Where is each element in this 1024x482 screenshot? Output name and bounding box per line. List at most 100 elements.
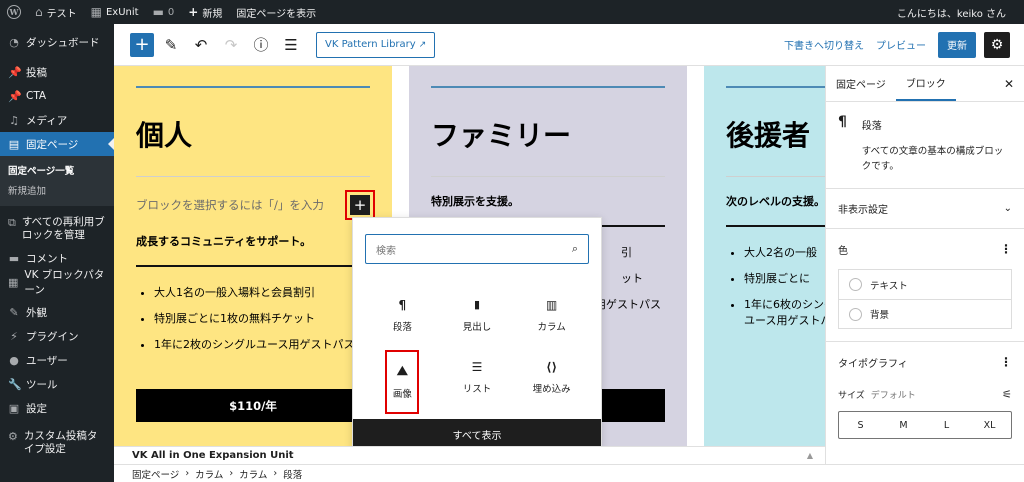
sidebar-item-cta[interactable]: 📌 CTA [0, 84, 114, 108]
new-content-menu[interactable]: + 新規 [181, 0, 229, 24]
sidebar-item-custom-post-type[interactable]: ⚙ カスタム投稿タイプ設定 [0, 426, 114, 460]
block-option-embed[interactable]: ⟨⟩ 埋め込み [514, 350, 589, 404]
my-account-menu[interactable]: こんにちは、keiko さん [890, 0, 1024, 24]
breadcrumb-item[interactable]: 段落 [283, 467, 302, 481]
breadcrumb-item[interactable]: カラム [239, 467, 267, 481]
redo-icon: ↷ [224, 35, 238, 54]
exunit-menu[interactable]: ▦ ExUnit [84, 0, 146, 24]
pricing-column-patron[interactable]: 後援者 次のレベルの支援。 大人2名の一般 特別展ごとに 1年に6枚のシングルユ… [704, 66, 825, 446]
block-inserter-toggle[interactable]: + [130, 32, 154, 57]
breadcrumb-item[interactable]: 固定ページ [132, 467, 179, 481]
column-lead[interactable]: 次のレベルの支援。 [726, 193, 825, 209]
bookmark-icon: ▮ [473, 298, 481, 311]
sidebar-item-label: カスタム投稿タイプ設定 [23, 430, 98, 455]
tab-block[interactable]: ブロック [895, 66, 956, 101]
tab-page[interactable]: 固定ページ [826, 66, 896, 101]
column-title[interactable]: ファミリー [431, 114, 665, 154]
comments-count: 0 [167, 6, 175, 18]
meta-box-header[interactable]: VK All in One Expansion Unit ▲ [114, 446, 825, 464]
redo-button[interactable]: ↷ [218, 32, 244, 58]
column-lead[interactable]: 特別展示を支援。 [431, 193, 665, 209]
undo-button[interactable]: ↶ [188, 32, 214, 58]
block-option-heading[interactable]: ▮ 見出し [440, 288, 515, 342]
block-option-columns[interactable]: ▥ カラム [514, 288, 589, 342]
color-text-option[interactable]: テキスト [839, 270, 1011, 299]
sidebar-item-posts[interactable]: 📌 投稿 [0, 60, 114, 84]
sidebar-item-label: すべての再利用ブロックを管理 [21, 216, 105, 241]
sidebar-item-tools[interactable]: 🔧 ツール [0, 372, 114, 396]
paragraph-icon: ¶ [398, 297, 407, 312]
chevron-right-icon: › [273, 468, 278, 479]
comments-menu[interactable]: ▬ 0 [146, 0, 182, 24]
comment-icon: ▬ [152, 5, 164, 19]
list-item: 用ゲストパス [595, 298, 661, 311]
swatch-icon [849, 278, 862, 291]
preview-button[interactable]: プレビュー [876, 37, 926, 52]
price-button[interactable]: $110/年 [136, 389, 370, 422]
vk-pattern-label: VK Pattern Library [325, 39, 416, 50]
block-search-input[interactable]: 検索 ⌕ [365, 234, 589, 264]
list-view-button[interactable]: ☰ [278, 32, 304, 58]
more-options-icon[interactable]: ⋮ [1000, 355, 1012, 369]
details-button[interactable]: ⓘ [248, 32, 274, 58]
sidebar-item-plugins[interactable]: ⚡ プラグイン [0, 324, 114, 348]
font-size-xl[interactable]: XL [968, 412, 1011, 438]
separator [136, 86, 370, 88]
sidebar-item-settings[interactable]: ▣ 設定 [0, 396, 114, 420]
block-option-list[interactable]: ☰ リスト [440, 350, 515, 404]
sidebar-item-label: ダッシュボード [26, 36, 100, 49]
color-panel: 色 ⋮ テキスト 背景 [826, 229, 1024, 342]
hidden-settings-panel[interactable]: 非表示設定 ⌄ [826, 189, 1024, 229]
sidebar-item-appearance[interactable]: ✎ 外観 [0, 300, 114, 324]
exunit-icon: ▦ [90, 5, 102, 19]
add-block-button[interactable]: + [345, 190, 375, 220]
site-name-menu[interactable]: ⌂ テスト [28, 0, 84, 24]
sidebar-item-label: 固定ページ [26, 138, 79, 151]
sidebar-item-media[interactable]: ♫ メディア [0, 108, 114, 132]
pricing-column-individual[interactable]: 個人 ブロックを選択するには「/」を入力 + 成長するコミュニティをサポート。 … [114, 66, 392, 446]
block-option-paragraph[interactable]: ¶ 段落 [365, 288, 440, 342]
breadcrumb-item[interactable]: カラム [195, 467, 223, 481]
column-lead[interactable]: 成長するコミュニティをサポート。 [136, 233, 370, 249]
benefit-list[interactable]: 大人1名の一般入場料と会員割引 特別展ごとに1枚の無料チケット 1年に2枚のシン… [136, 285, 370, 353]
vk-pattern-library-button[interactable]: VK Pattern Library ↗ [316, 31, 436, 58]
benefit-list[interactable]: 大人2名の一般 特別展ごとに 1年に6枚のシングルユース用ゲストパス [726, 245, 825, 339]
sidebar-item-reusable-blocks[interactable]: ⧉ すべての再利用ブロックを管理 [0, 212, 114, 246]
column-title[interactable]: 個人 [136, 114, 370, 154]
tools-button[interactable]: ✎ [158, 32, 184, 58]
admin-bar: W ⌂ テスト ▦ ExUnit ▬ 0 + 新規 固定ページを表示 こんにちは、kei… [0, 0, 1024, 24]
settings-toggle[interactable]: ⚙ [984, 31, 1010, 58]
column-title[interactable]: 後援者 [726, 114, 825, 154]
submenu-add-new[interactable]: 新規追加 [0, 180, 114, 200]
custom-size-icon[interactable]: ⚟ [1002, 388, 1012, 401]
separator [136, 176, 370, 177]
font-size-l[interactable]: L [925, 412, 968, 438]
update-button[interactable]: 更新 [938, 31, 976, 58]
settings-tabs: 固定ページ ブロック ✕ [826, 66, 1024, 102]
sidebar-item-users[interactable]: ● ユーザー [0, 348, 114, 372]
switch-to-draft-button[interactable]: 下書きへ切り替え [784, 37, 864, 52]
more-options-icon[interactable]: ⋮ [1000, 242, 1012, 256]
block-name: 段落 [861, 121, 882, 132]
wp-logo-menu[interactable]: W [0, 0, 28, 24]
list-item: 引 [621, 246, 632, 259]
list-icon: ☰ [471, 359, 483, 374]
columns-icon: ▥ [545, 297, 558, 312]
sidebar-item-pages[interactable]: ▤ 固定ページ [0, 132, 114, 156]
sidebar-item-vk-block-patterns[interactable]: ▦ VK ブロックパターン [0, 269, 114, 296]
font-size-s[interactable]: S [839, 412, 882, 438]
close-icon[interactable]: ✕ [994, 66, 1024, 101]
price-button[interactable] [599, 389, 665, 422]
block-option-image[interactable]: ⛰ 画像 [385, 350, 420, 414]
submenu-all-pages[interactable]: 固定ページ一覧 [0, 160, 114, 180]
browse-all-button[interactable]: すべて表示 [353, 419, 601, 449]
separator [726, 225, 825, 227]
empty-paragraph-block[interactable]: ブロックを選択するには「/」を入力 + [136, 190, 375, 220]
view-page-link[interactable]: 固定ページを表示 [229, 0, 323, 24]
chevron-up-icon[interactable]: ▲ [807, 451, 813, 460]
font-size-m[interactable]: M [882, 412, 925, 438]
block-option-label: 埋め込み [532, 383, 571, 395]
color-background-option[interactable]: 背景 [839, 299, 1011, 328]
sidebar-item-dashboard[interactable]: ◔ ダッシュボード [0, 30, 114, 54]
wordpress-icon: W [7, 5, 21, 19]
